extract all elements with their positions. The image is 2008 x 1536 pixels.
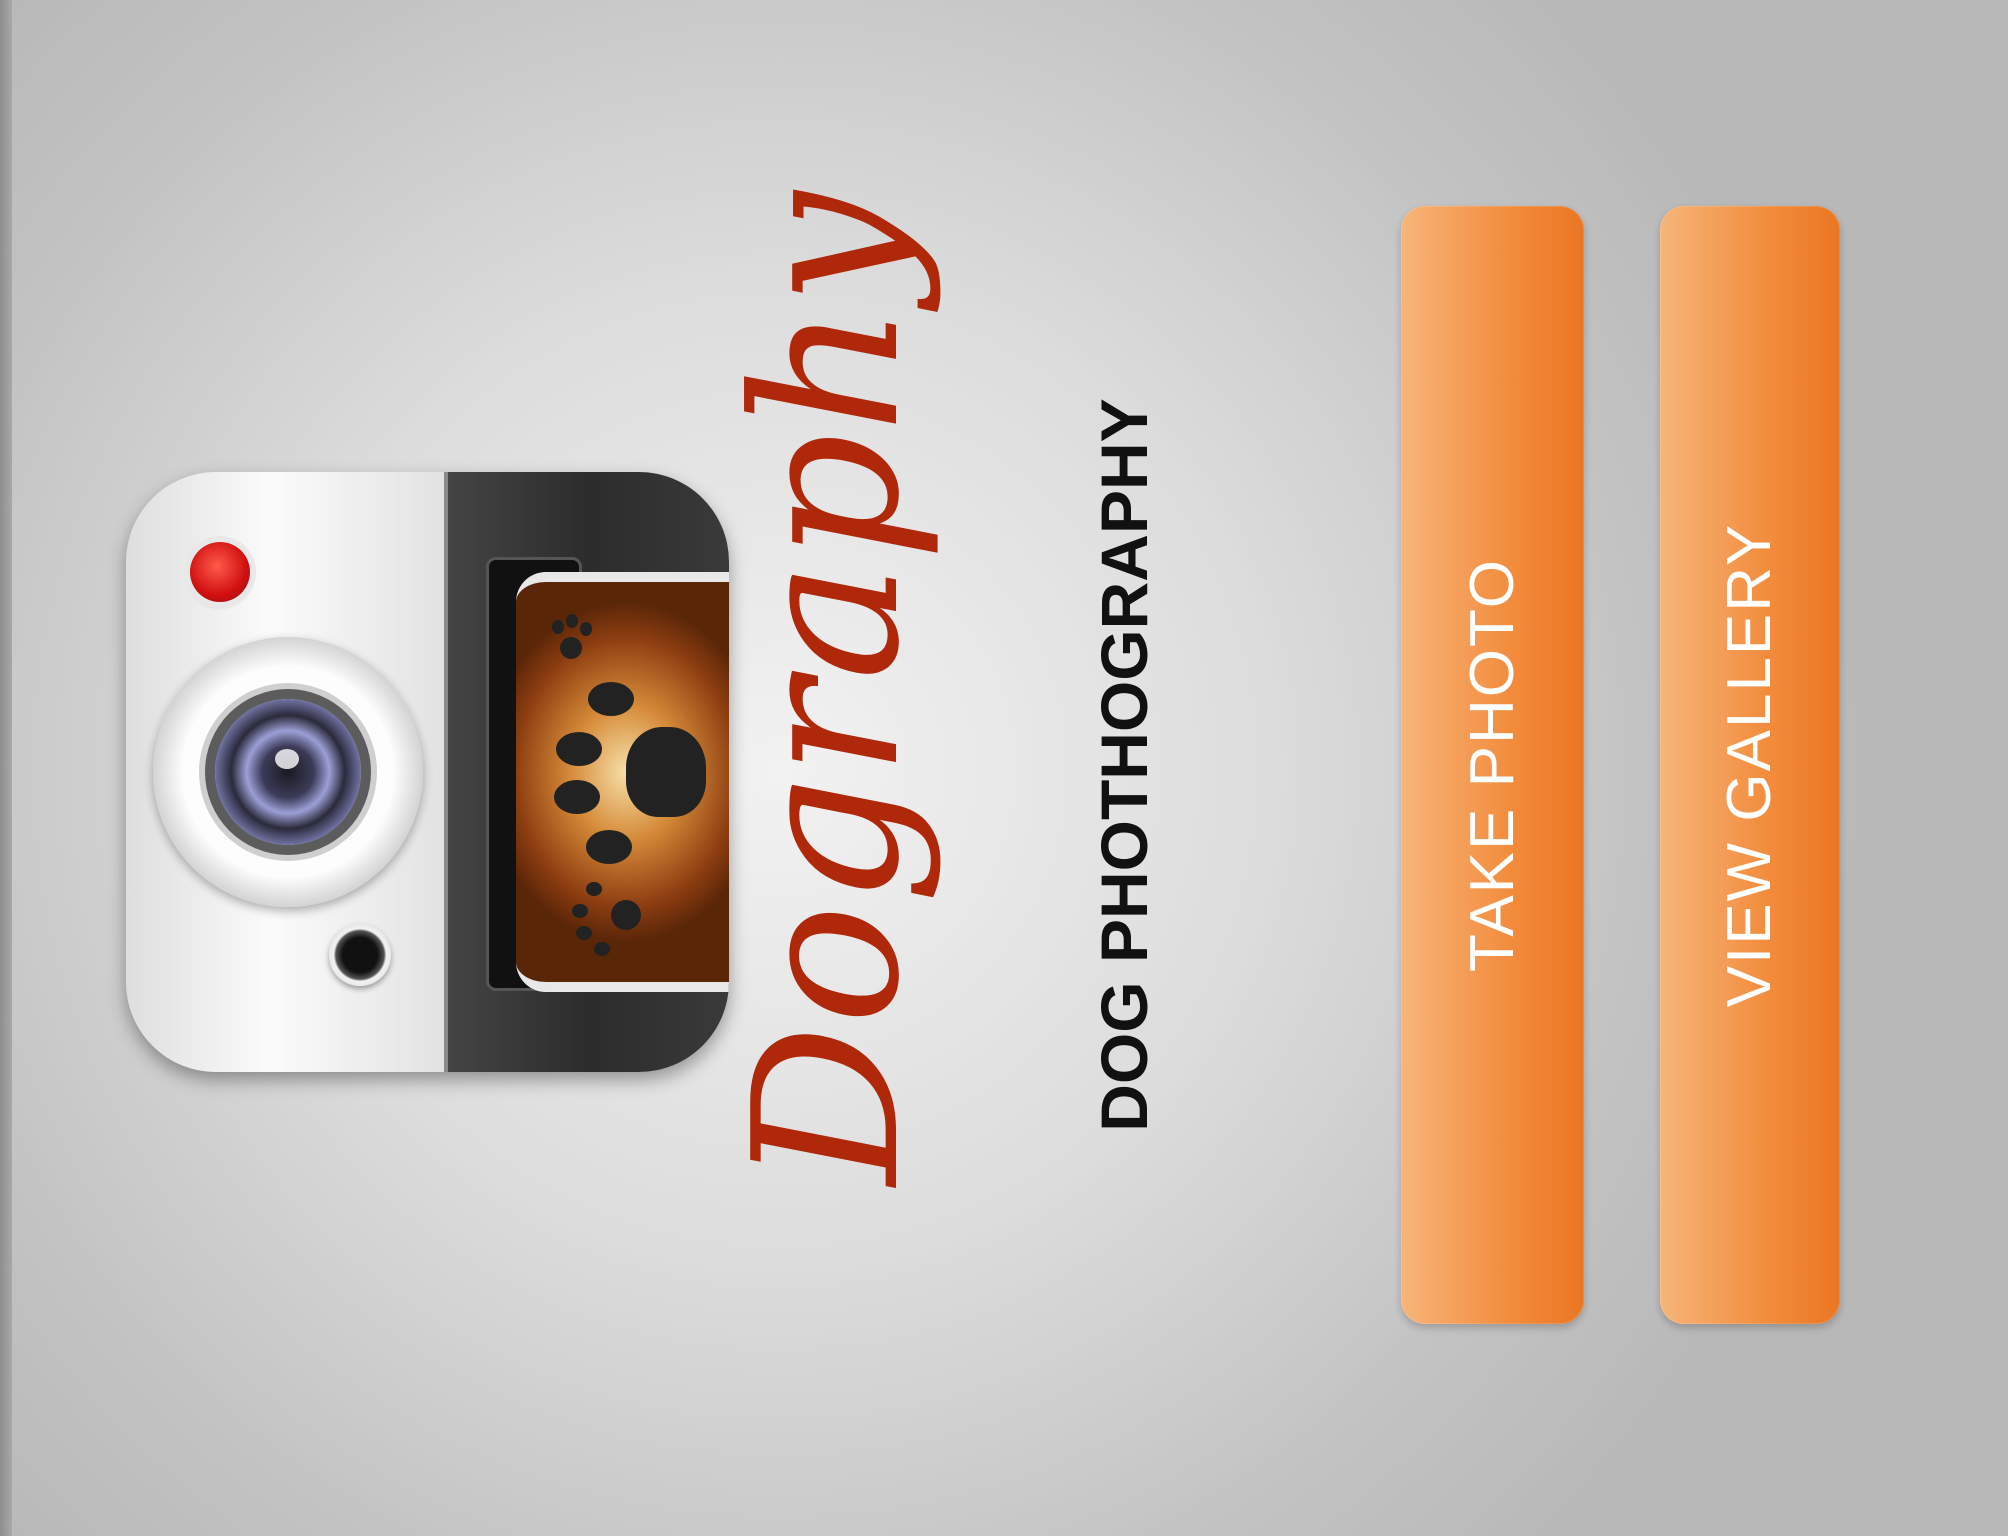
view-gallery-label: VIEW GALLERY — [1715, 522, 1784, 1008]
take-photo-label: TAKE PHOTO — [1457, 558, 1527, 972]
paw-toe — [580, 622, 592, 636]
screen-edge — [0, 0, 12, 1536]
splash-screen: Dography DOG PHOTHOGRAPHY TAKE PHOTO VIE… — [0, 0, 2008, 1536]
camera-body — [126, 472, 446, 1072]
paw-toe — [554, 780, 600, 814]
paw-print-icon — [626, 727, 706, 817]
lens-glass — [215, 699, 361, 845]
brand-subtitle: DOG PHOTHOGRAPHY — [1087, 398, 1161, 1132]
paw-toe — [576, 926, 592, 940]
lens-glint — [275, 749, 299, 769]
paw-print-icon — [560, 637, 582, 659]
paw-toe — [586, 830, 632, 864]
camera-film-panel — [448, 472, 729, 1072]
camera-app-icon — [126, 472, 729, 1072]
take-photo-button[interactable]: TAKE PHOTO — [1401, 206, 1584, 1324]
view-gallery-button[interactable]: VIEW GALLERY — [1660, 206, 1840, 1324]
record-button-icon — [190, 542, 250, 602]
paw-toe — [566, 614, 578, 628]
paw-toe — [588, 682, 634, 716]
paw-toe — [572, 904, 588, 918]
camera-dial-icon — [329, 924, 391, 986]
camera-lens-icon — [153, 637, 423, 907]
paw-toe — [586, 882, 602, 896]
paw-print-icon — [611, 900, 641, 930]
paw-toe — [594, 942, 610, 956]
paw-toe — [556, 732, 602, 766]
brand-title: Dography — [711, 191, 944, 1185]
film-roll-paw-icon — [516, 572, 729, 992]
paw-toe — [552, 620, 564, 634]
